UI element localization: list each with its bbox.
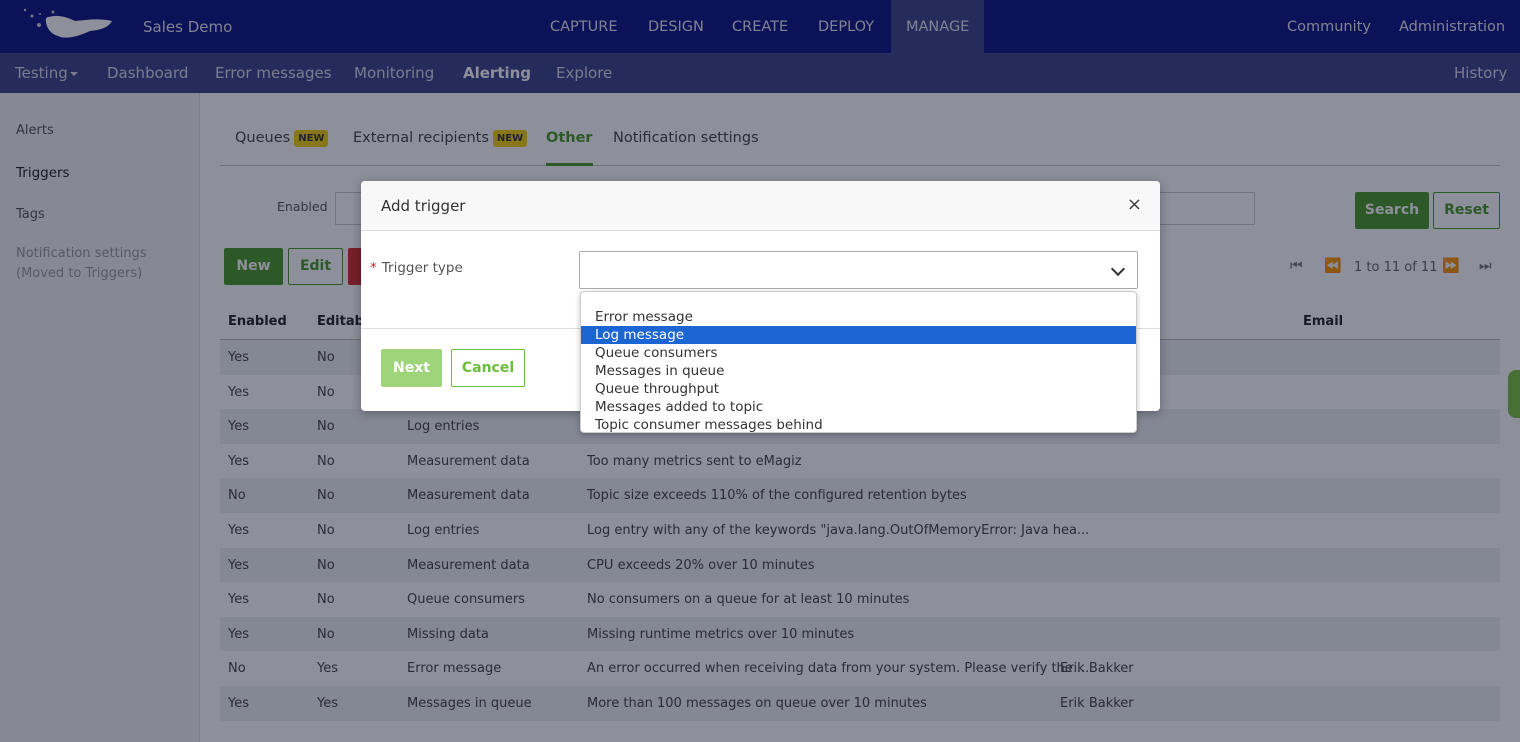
next-button[interactable]: Next [381, 349, 442, 387]
dropdown-option[interactable]: Error message [581, 308, 1136, 326]
dropdown-option[interactable]: Queue throughput [581, 380, 1136, 398]
chevron-down-icon [1110, 261, 1126, 277]
dropdown-option[interactable]: Messages added to topic [581, 398, 1136, 416]
dropdown-option[interactable]: Topic consumer messages behind [581, 416, 1136, 434]
trigger-type-label-text: Trigger type [381, 260, 463, 276]
dropdown-option[interactable]: Messages in queue [581, 362, 1136, 380]
dropdown-option[interactable]: Log message [581, 326, 1136, 344]
dropdown-option[interactable]: Queue consumers [581, 344, 1136, 362]
trigger-type-select[interactable] [579, 251, 1138, 289]
modal-header: Add trigger × [361, 181, 1160, 231]
cancel-button[interactable]: Cancel [451, 349, 525, 387]
required-mark: * [370, 260, 377, 276]
close-icon[interactable]: × [1127, 194, 1142, 215]
trigger-type-dropdown: Error message Log message Queue consumers M… [580, 291, 1137, 433]
trigger-type-label: * Trigger type [370, 260, 463, 276]
modal-title: Add trigger [381, 197, 466, 215]
